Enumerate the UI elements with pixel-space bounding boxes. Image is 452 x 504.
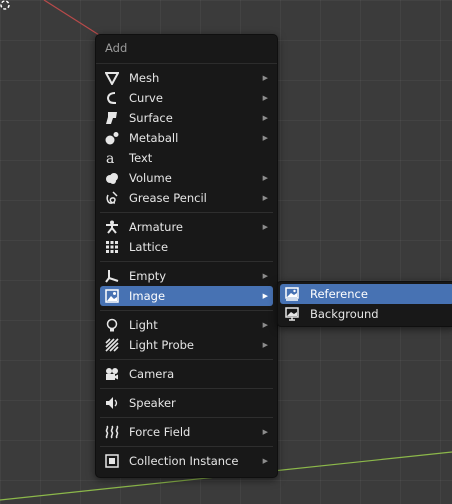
submenu-item-background[interactable]: Background xyxy=(280,304,452,324)
menu-item-label: Camera xyxy=(129,367,175,381)
submenu-item-label: Background xyxy=(310,307,379,321)
menu-item-label: Light xyxy=(129,318,158,332)
mesh-icon xyxy=(104,70,120,86)
submenu-arrow-icon: ▶ xyxy=(262,74,268,82)
submenu-item-label: Reference xyxy=(310,287,368,301)
camera-icon xyxy=(104,366,120,382)
submenu-arrow-icon: ▶ xyxy=(262,114,268,122)
menu-separator xyxy=(100,417,273,418)
menu-item-lattice[interactable]: Lattice xyxy=(100,237,273,257)
menu-separator xyxy=(100,310,273,311)
image-submenu: Reference Background xyxy=(277,281,452,327)
submenu-arrow-icon: ▶ xyxy=(262,321,268,329)
light-icon xyxy=(104,317,120,333)
menu-item-metaball[interactable]: Metaball ▶ xyxy=(100,128,273,148)
metaball-icon xyxy=(104,130,120,146)
light-probe-icon xyxy=(104,337,120,353)
menu-item-empty[interactable]: Empty ▶ xyxy=(100,266,273,286)
submenu-arrow-icon: ▶ xyxy=(262,457,268,465)
menu-item-label: Grease Pencil xyxy=(129,191,207,205)
submenu-arrow-icon: ▶ xyxy=(262,292,268,300)
menu-item-grease-pencil[interactable]: Grease Pencil ▶ xyxy=(100,188,273,208)
lattice-icon xyxy=(104,239,120,255)
menu-item-label: Image xyxy=(129,289,166,303)
menu-item-label: Armature xyxy=(129,220,183,234)
menu-separator xyxy=(100,388,273,389)
volume-icon xyxy=(104,170,120,186)
3d-cursor-icon xyxy=(0,0,10,10)
menu-item-label: Metaball xyxy=(129,131,179,145)
menu-item-curve[interactable]: Curve ▶ xyxy=(100,88,273,108)
grease-pencil-icon xyxy=(104,190,120,206)
menu-item-light[interactable]: Light ▶ xyxy=(100,315,273,335)
menu-item-label: Empty xyxy=(129,269,167,283)
menu-item-label: Force Field xyxy=(129,425,191,439)
menu-item-label: Speaker xyxy=(129,396,176,410)
submenu-arrow-icon: ▶ xyxy=(262,94,268,102)
menu-item-surface[interactable]: Surface ▶ xyxy=(100,108,273,128)
force-field-icon xyxy=(104,424,120,440)
menu-item-force-field[interactable]: Force Field ▶ xyxy=(100,422,273,442)
text-icon: a xyxy=(104,150,120,166)
menu-separator xyxy=(100,212,273,213)
collection-instance-icon xyxy=(104,453,120,469)
empty-icon xyxy=(104,268,120,284)
submenu-arrow-icon: ▶ xyxy=(262,174,268,182)
menu-separator xyxy=(100,446,273,447)
submenu-arrow-icon: ▶ xyxy=(262,194,268,202)
menu-item-volume[interactable]: Volume ▶ xyxy=(100,168,273,188)
menu-item-mesh[interactable]: Mesh ▶ xyxy=(100,68,273,88)
armature-icon xyxy=(104,219,120,235)
menu-title: Add xyxy=(96,35,277,64)
menu-separator xyxy=(100,261,273,262)
menu-item-speaker[interactable]: Speaker xyxy=(100,393,273,413)
menu-item-collection-instance[interactable]: Collection Instance ▶ xyxy=(100,451,273,471)
submenu-arrow-icon: ▶ xyxy=(262,134,268,142)
menu-item-light-probe[interactable]: Light Probe ▶ xyxy=(100,335,273,355)
menu-item-label: Collection Instance xyxy=(129,454,239,468)
submenu-item-reference[interactable]: Reference xyxy=(280,284,452,304)
surface-icon xyxy=(104,110,120,126)
menu-item-label: Curve xyxy=(129,91,163,105)
menu-separator xyxy=(100,359,273,360)
submenu-arrow-icon: ▶ xyxy=(262,223,268,231)
menu-item-label: Surface xyxy=(129,111,173,125)
menu-item-label: Text xyxy=(129,151,153,165)
menu-item-image[interactable]: Image ▶ xyxy=(100,286,273,306)
image-icon xyxy=(104,288,120,304)
speaker-icon xyxy=(104,395,120,411)
add-menu: Add Mesh ▶ Curve ▶ Surface ▶ Metaball ▶ … xyxy=(95,34,278,478)
submenu-arrow-icon: ▶ xyxy=(262,341,268,349)
menu-item-text[interactable]: a Text xyxy=(100,148,273,168)
reference-image-icon xyxy=(284,286,300,302)
submenu-arrow-icon: ▶ xyxy=(262,428,268,436)
curve-icon xyxy=(104,90,120,106)
menu-item-camera[interactable]: Camera xyxy=(100,364,273,384)
menu-item-armature[interactable]: Armature ▶ xyxy=(100,217,273,237)
menu-item-label: Light Probe xyxy=(129,338,194,352)
menu-item-label: Mesh xyxy=(129,71,160,85)
svg-text:a: a xyxy=(106,151,114,165)
menu-item-label: Volume xyxy=(129,171,172,185)
background-image-icon xyxy=(284,306,300,322)
menu-item-label: Lattice xyxy=(129,240,169,254)
submenu-arrow-icon: ▶ xyxy=(262,272,268,280)
